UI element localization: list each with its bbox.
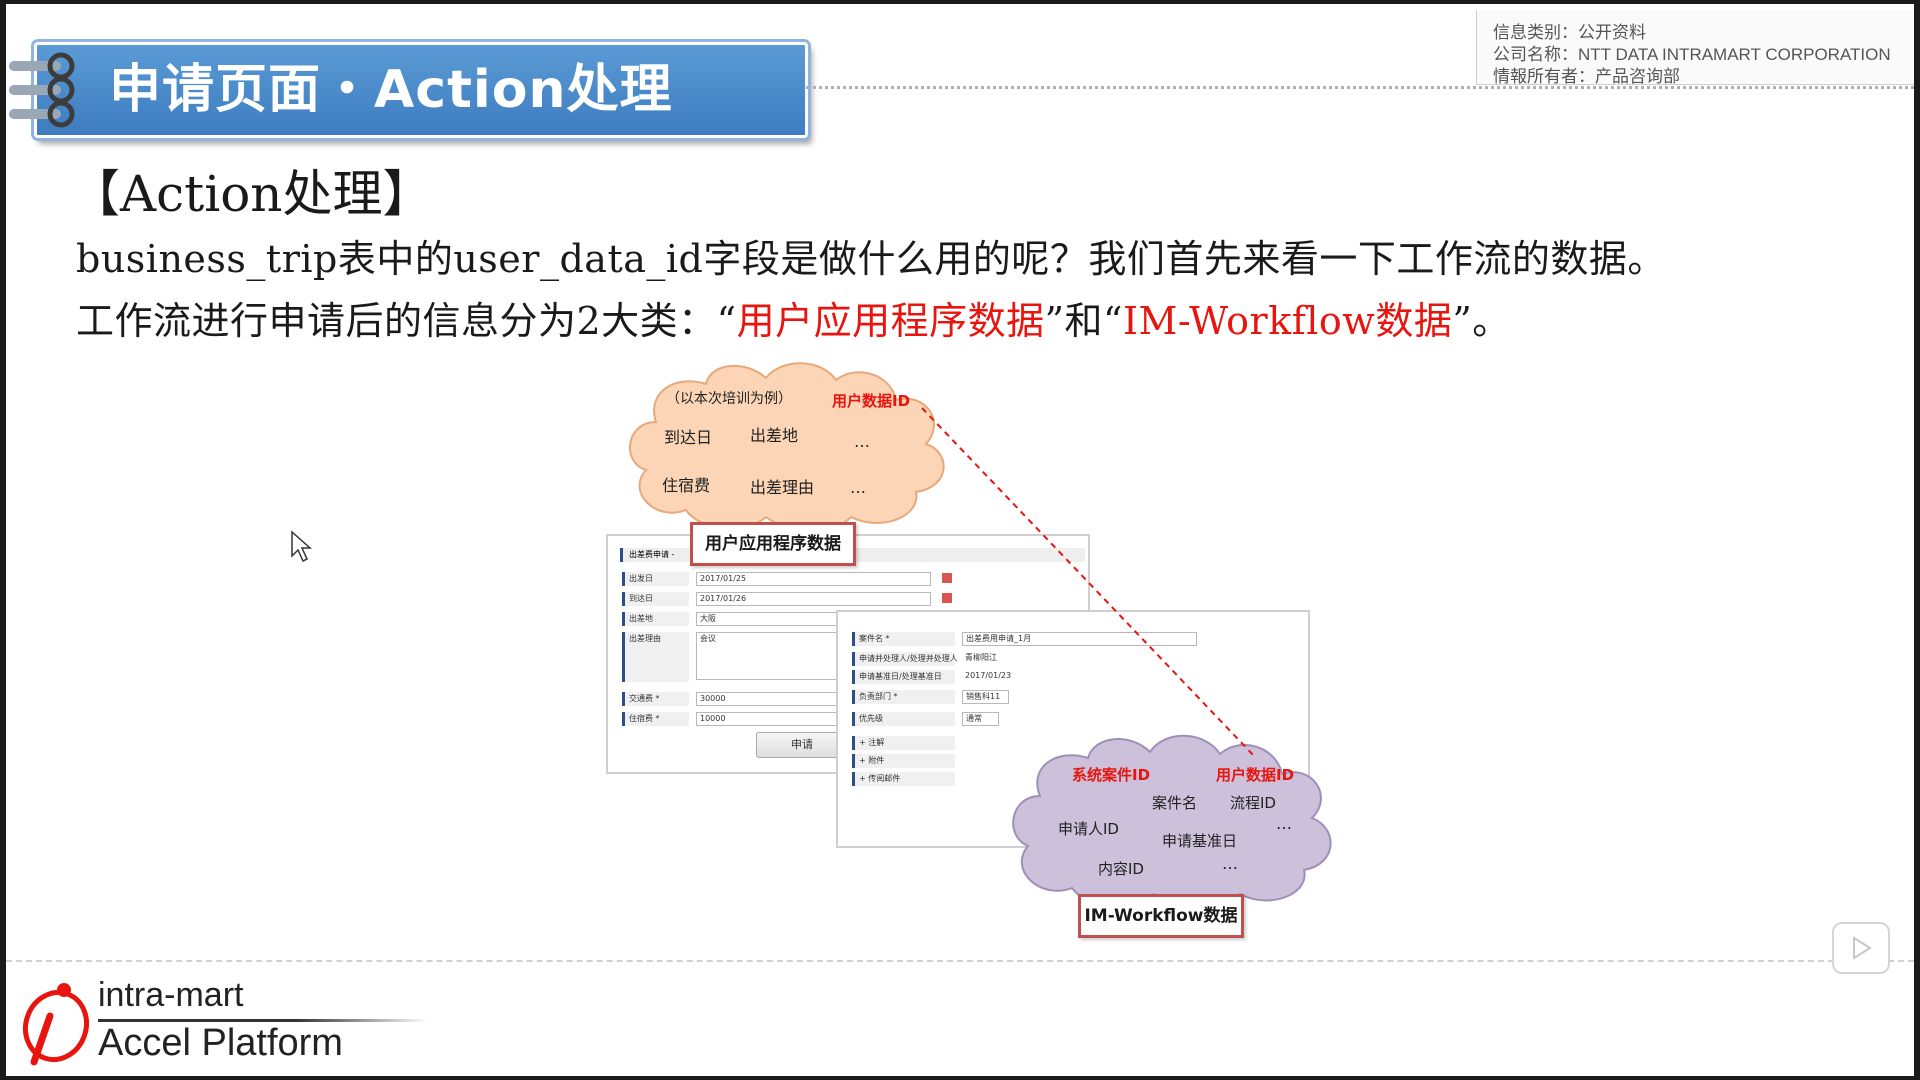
section-heading: 【Action处理】 (70, 165, 433, 223)
slide: 申请页面・Action处理 信息类别：公开资料 公司名称：NTT DATA IN… (6, 4, 1914, 1076)
info-owner: 情報所有者：产品咨询部 (1493, 67, 1680, 86)
user-app-data-highlight: 用户应用程序数据 (736, 299, 1045, 343)
logo-text-accel-platform: Accel Platform (98, 1022, 343, 1064)
paragraph-line-1: business_trip表中的user_data_id字段是做什么用的呢？我们… (76, 237, 1666, 281)
paragraph-line-2: 工作流进行申请后的信息分为2大类：“用户应用程序数据”和“IM-Workflow… (76, 290, 1511, 345)
video-play-button[interactable] (1832, 922, 1890, 974)
logo-text-intra-mart: intra-mart (98, 976, 244, 1014)
info-box: 信息类别：公开资料 公司名称：NTT DATA INTRAMART CORPOR… (1476, 10, 1914, 86)
header-divider (806, 86, 1914, 89)
title-banner: 申请页面・Action处理 (9, 42, 808, 138)
im-workflow-data-highlight: IM-Workflow数据 (1122, 299, 1453, 343)
intra-mart-logo-icon (23, 983, 89, 1066)
binder-clip-icon (9, 52, 75, 128)
play-icon (1853, 936, 1872, 960)
line2-mid: ”和“ (1044, 299, 1123, 343)
footer-divider (6, 960, 1914, 962)
page-title: 申请页面・Action处理 (109, 60, 673, 120)
line2-suffix: ”。 (1452, 299, 1511, 343)
mouse-cursor-icon (291, 530, 312, 563)
workflow-data-diagram: （以本次培训为例） 用户数据ID 到达日 出差地 … 住宿费 出差理由 … 出差… (596, 344, 1356, 944)
line2-prefix: 工作流进行申请后的信息分为2大类：“ (76, 299, 737, 343)
user-data-id-link-line (921, 407, 1257, 759)
